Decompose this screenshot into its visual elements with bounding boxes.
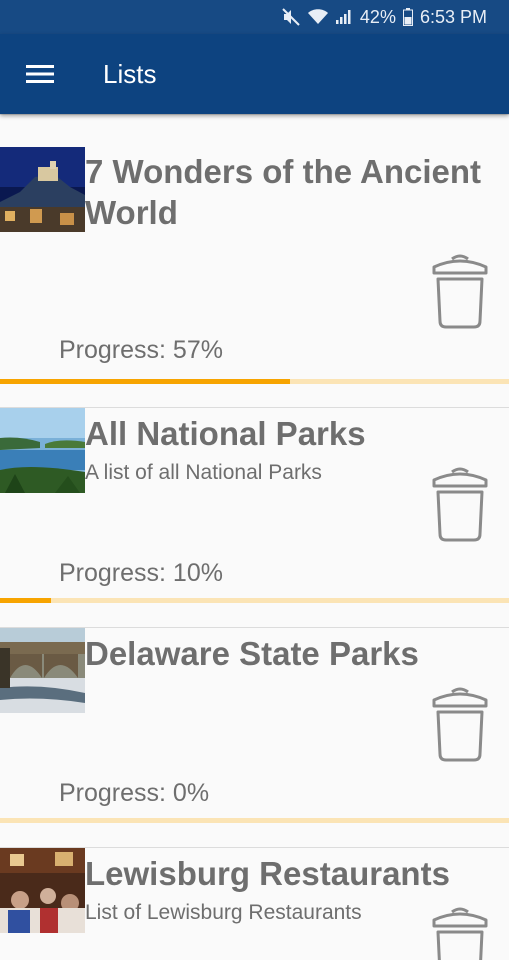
restaurant-interior-photo — [0, 848, 85, 933]
clock: 6:53 PM — [419, 6, 487, 27]
progress-bar — [0, 818, 509, 823]
wifi-icon — [307, 9, 328, 25]
mute-icon — [281, 8, 301, 26]
list-card-national-parks[interactable]: All National Parks A list of all Nationa… — [0, 407, 509, 627]
list-card-delaware-state-parks[interactable]: Delaware State Parks Progress: 0% — [0, 627, 509, 847]
list-title: Lewisburg Restaurants — [85, 855, 450, 892]
trash-icon[interactable] — [430, 251, 490, 329]
lake-islands-photo — [0, 408, 85, 493]
progress-bar-fill — [0, 379, 291, 384]
page-title: Lists — [103, 59, 157, 89]
list-title: All National Parks — [85, 415, 366, 452]
castle-at-night-photo — [0, 147, 85, 232]
list-card-lewisburg-restaurants[interactable]: Lewisburg Restaurants List of Lewisburg … — [0, 847, 509, 960]
progress-label: Progress: 0% — [59, 779, 210, 807]
battery-icon — [402, 8, 413, 26]
list-title: Delaware State Parks — [85, 635, 419, 672]
status-bar: 42% 6:53 PM — [0, 0, 509, 34]
app-bar: Lists — [0, 34, 509, 114]
progress-bar-fill — [0, 598, 51, 603]
progress-label: Progress: 10% — [59, 559, 223, 587]
list-card-7-wonders[interactable]: 7 Wonders of the Ancient World Progress:… — [0, 114, 509, 384]
list-subtitle: A list of all National Parks — [85, 461, 322, 484]
progress-bar — [0, 598, 509, 603]
signal-icon — [335, 9, 353, 25]
stone-bridge-river-photo — [0, 628, 85, 713]
list-subtitle: List of Lewisburg Restaurants — [85, 901, 362, 924]
progress-bar — [0, 379, 509, 384]
progress-label: Progress: 57% — [59, 336, 223, 364]
trash-icon[interactable] — [430, 684, 490, 762]
trash-icon[interactable] — [430, 464, 490, 542]
lists-container: 7 Wonders of the Ancient World Progress:… — [0, 114, 509, 960]
battery-percent: 42% — [359, 6, 396, 27]
trash-icon[interactable] — [430, 904, 490, 960]
list-title: 7 Wonders of the Ancient World — [85, 153, 482, 231]
hamburger-menu-icon[interactable] — [20, 56, 60, 92]
